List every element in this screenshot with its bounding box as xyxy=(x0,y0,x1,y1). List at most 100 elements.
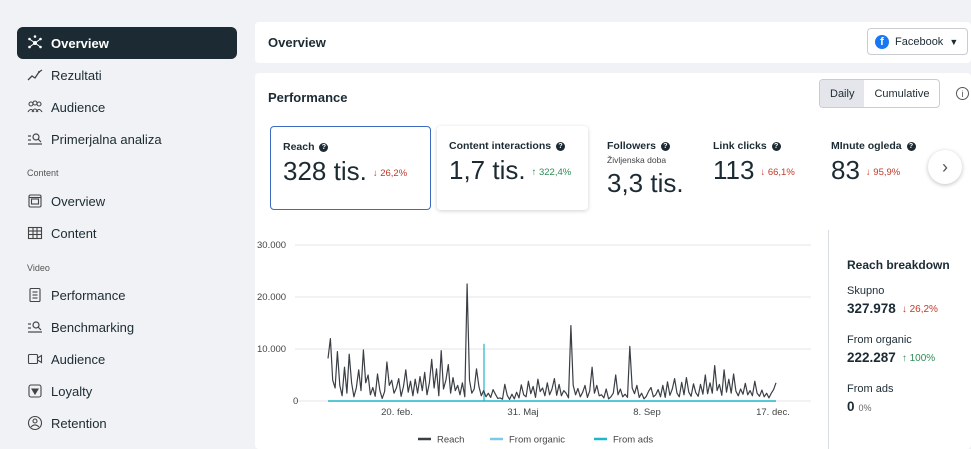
table-icon xyxy=(27,225,43,241)
retention-icon xyxy=(27,415,43,431)
metric-delta: ↓ 95,9% xyxy=(865,166,901,178)
sidebar-item-video-audience[interactable]: Audience xyxy=(17,343,237,375)
sidebar-item-label: Loyalty xyxy=(51,383,93,399)
sidebar-item-audience[interactable]: Audience xyxy=(17,91,237,123)
sidebar-item-retention[interactable]: Retention xyxy=(17,407,237,439)
breakdown-title: Reach breakdown xyxy=(847,258,950,272)
legend-label: From organic xyxy=(509,435,565,446)
reach-breakdown: Reach breakdown Skupno 327.978 ↓ 26,2% Fr… xyxy=(847,258,950,414)
page-title: Overview xyxy=(268,35,326,50)
facebook-icon: f xyxy=(875,34,889,49)
sidebar-item-overview[interactable]: Overview xyxy=(17,27,237,59)
help-icon[interactable]: ? xyxy=(660,141,670,151)
metric-delta: ↑ 322,4% xyxy=(531,166,572,178)
benchmark-icon xyxy=(27,131,43,147)
trend-icon xyxy=(27,67,43,83)
overview-header: Overview f Facebook ▼ xyxy=(255,22,971,63)
benchmark-icon xyxy=(27,319,43,335)
view-toggle: Daily Cumulative xyxy=(819,79,941,108)
metric-value: 1,7 tis. xyxy=(449,155,526,185)
shield-icon xyxy=(27,383,43,399)
section-header-video: Video xyxy=(27,263,50,273)
breakdown-delta: ↑ 100% xyxy=(901,352,936,364)
y-tick-label: 20.000 xyxy=(257,292,286,303)
metric-label: Reach xyxy=(283,141,315,153)
sidebar-item-content-overview[interactable]: Overview xyxy=(17,185,237,217)
y-tick-label: 30.000 xyxy=(257,240,286,251)
y-tick-label: 0 xyxy=(293,396,298,407)
sidebar-item-label: Rezultati xyxy=(51,67,102,83)
metric-card-content-interactions[interactable]: Content interactions ? 1,7 tis. ↑ 322,4% xyxy=(437,126,588,210)
document-icon xyxy=(27,287,43,303)
metric-sublabel: Življenska doba xyxy=(607,155,667,165)
legend-label: From ads xyxy=(613,435,653,446)
sidebar-item-label: Overview xyxy=(51,193,106,209)
sidebar-item-label: Overview xyxy=(51,35,109,51)
info-icon[interactable]: i xyxy=(956,87,969,100)
metric-label: Followers xyxy=(607,140,657,152)
sidebar-item-label: Primerjalna analiza xyxy=(51,131,162,147)
breakdown-value-skupno: 327.978 ↓ 26,2% xyxy=(847,301,938,316)
breakdown-number: 0 xyxy=(847,399,855,414)
network-icon xyxy=(27,35,43,51)
metric-value: 83 xyxy=(831,155,860,185)
y-tick-label: 10.000 xyxy=(257,344,286,355)
toggle-cumulative[interactable]: Cumulative xyxy=(864,80,939,107)
sidebar-item-label: Audience xyxy=(51,351,106,367)
breakdown-number: 327.978 xyxy=(847,301,896,316)
metric-card-link-clicks[interactable]: Link clicks ? 113 ↓ 66,1% xyxy=(701,126,815,210)
breakdown-number: 222.287 xyxy=(847,350,896,365)
metric-card-reach[interactable]: Reach ? 328 tis. ↓ 26,2% xyxy=(270,126,431,210)
help-icon[interactable]: ? xyxy=(906,141,916,151)
series-line-reach xyxy=(327,283,777,400)
sidebar-item-label: Performance xyxy=(51,287,126,303)
caret-down-icon: ▼ xyxy=(949,36,959,47)
sidebar: Overview Rezultati Audience Primerjalna … xyxy=(0,0,246,449)
chevron-right-icon: › xyxy=(942,156,948,177)
reach-line-chart: 30.000 20.000 10.000 0 20. feb. 31. Maj 8. Se… xyxy=(257,240,811,446)
help-icon[interactable]: ? xyxy=(771,141,781,151)
metric-value: 113 xyxy=(713,155,755,185)
content-overview-icon xyxy=(27,193,43,209)
toggle-daily[interactable]: Daily xyxy=(820,80,865,107)
metric-delta: ↓ 66,1% xyxy=(760,166,795,178)
breakdown-label-skupno: Skupno xyxy=(847,285,885,297)
x-tick-label: 31. Maj xyxy=(507,407,538,418)
sidebar-item-rezultati[interactable]: Rezultati xyxy=(17,59,237,91)
sidebar-item-loyalty[interactable]: Loyalty xyxy=(17,375,237,407)
sidebar-item-label: Content xyxy=(51,225,97,241)
help-icon[interactable]: ? xyxy=(319,142,329,152)
metric-label: MInute ogleda xyxy=(831,140,902,152)
help-icon[interactable]: ? xyxy=(556,141,566,151)
x-tick-label: 20. feb. xyxy=(381,407,413,418)
platform-dropdown[interactable]: f Facebook ▼ xyxy=(867,28,968,55)
x-tick-label: 17. dec. xyxy=(756,407,790,418)
breakdown-label-ads: From ads xyxy=(847,383,894,395)
sidebar-item-benchmarking[interactable]: Benchmarking xyxy=(17,311,237,343)
section-header-content: Content xyxy=(27,168,59,178)
legend-label: Reach xyxy=(437,435,464,446)
metric-value: 328 tis. xyxy=(283,156,367,186)
sidebar-item-label: Audience xyxy=(51,99,106,115)
x-tick-label: 8. Sep xyxy=(633,407,660,418)
sidebar-item-primerjalna-analiza[interactable]: Primerjalna analiza xyxy=(17,123,237,155)
sidebar-item-content[interactable]: Content xyxy=(17,217,237,249)
next-metrics-button[interactable]: › xyxy=(928,150,962,184)
breakdown-value-ads: 0 0% xyxy=(847,399,872,414)
breakdown-value-organic: 222.287 ↑ 100% xyxy=(847,350,935,365)
people-icon xyxy=(27,99,43,115)
sidebar-item-video-performance[interactable]: Performance xyxy=(17,279,237,311)
metric-label: Content interactions xyxy=(449,140,552,152)
metric-value: 3,3 tis. xyxy=(607,168,684,198)
breakdown-delta: ↓ 26,2% xyxy=(901,303,938,315)
metric-label: Link clicks xyxy=(713,140,767,152)
sidebar-item-label: Benchmarking xyxy=(51,319,135,335)
breakdown-label-organic: From organic xyxy=(847,334,912,346)
sidebar-item-label: Retention xyxy=(51,415,107,431)
breakdown-delta: 0% xyxy=(858,403,872,413)
metric-delta: ↓ 26,2% xyxy=(372,167,408,179)
metric-card-minute-ogleda[interactable]: MInute ogleda ? 83 ↓ 95,9% xyxy=(819,126,929,210)
platform-dropdown-label: Facebook xyxy=(895,35,944,48)
divider xyxy=(828,230,829,449)
metric-card-followers[interactable]: Followers ? Življenska doba 3,3 tis. xyxy=(595,126,695,210)
